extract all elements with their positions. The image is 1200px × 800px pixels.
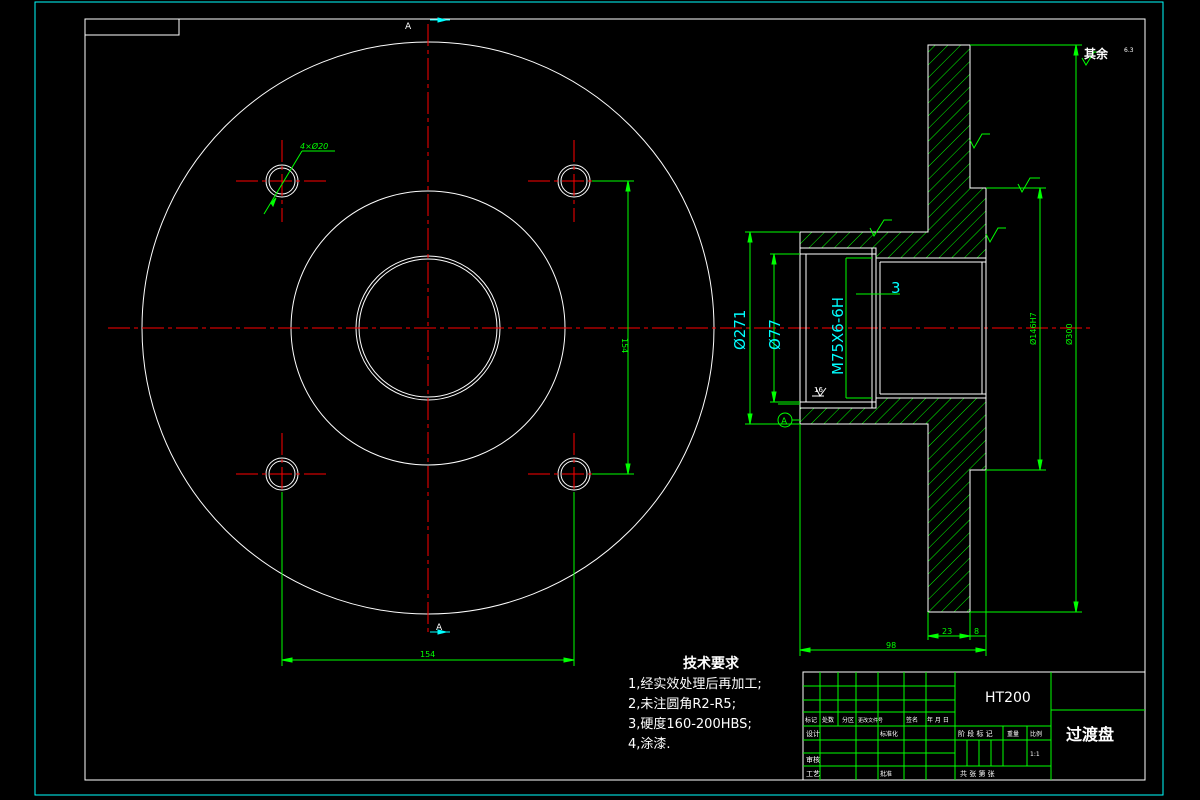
weight-label: 重量 <box>1007 730 1019 738</box>
stage-labels: 阶 段 标 记 <box>958 729 993 738</box>
tech-requirements: 技术要求 1,经实效处理后再加工; 2,未注圆角R2-R5; 3,硬度160-2… <box>628 655 762 752</box>
tech-item: 3,硬度160-200HBS; <box>628 716 752 732</box>
header-zone: 分区 <box>842 716 854 724</box>
title-block: HT200 过渡盘 标记 处数 分区 更改文件号 签名 年 月 日 设计 标准化… <box>802 671 1146 781</box>
header-sign: 签名 <box>906 716 918 724</box>
material-label: HT200 <box>985 690 1031 706</box>
outer-frame <box>34 1 1164 796</box>
section-view: Ø271 Ø77 M75X6-6H 3 Ø146H7 Ø300 98 23 8 … <box>731 44 1134 656</box>
groove-width-label: 3 <box>891 279 901 297</box>
corner-tag-box <box>84 18 180 36</box>
header-date: 年 月 日 <box>927 716 949 724</box>
tech-item: 4,涂漆. <box>628 736 671 752</box>
holes-callout: 4×Ø20 <box>300 141 328 151</box>
dia-146-label: Ø146H7 <box>1028 312 1038 345</box>
thread-label: M75X6-6H <box>829 297 847 375</box>
bolt-vertical-dim: 154 <box>620 338 629 353</box>
row-approve: 批准 <box>880 770 892 778</box>
scale-label: 比例 <box>1030 730 1042 738</box>
header-count: 处数 <box>822 716 834 724</box>
surface-note-value: 6.3 <box>1124 47 1134 54</box>
surface-note: 其余 <box>1084 46 1109 61</box>
tech-title: 技术要求 <box>683 655 740 672</box>
section-mark-top: A <box>405 22 412 32</box>
header-doc: 更改文件号 <box>858 717 883 724</box>
row-std: 标准化 <box>880 730 898 738</box>
length-8-label: 8 <box>974 627 979 636</box>
row-process: 工艺 <box>806 770 820 778</box>
dia-271-label: Ø271 <box>731 310 749 350</box>
row-review: 审核 <box>806 755 820 764</box>
sheets-label: 共 张 第 张 <box>960 769 995 778</box>
chamfer-label: 16 <box>814 386 823 394</box>
bolt-horizontal-dim: 154 <box>420 650 435 659</box>
cad-drawing: A A 4×Ø20 154 154 Ø271 Ø77 M75X6-6H 3 Ø1… <box>34 1 1164 796</box>
row-design: 设计 <box>806 729 820 738</box>
dia-77-label: Ø77 <box>766 319 784 350</box>
datum-label: A <box>781 417 788 427</box>
length-98-label: 98 <box>886 641 896 650</box>
tech-item: 2,未注圆角R2-R5; <box>628 697 736 712</box>
hatch-flange-upper <box>799 44 987 259</box>
dia-300-label: Ø300 <box>1064 323 1074 345</box>
header-mark: 标记 <box>805 716 817 724</box>
scale-value: 1:1 <box>1030 751 1040 758</box>
section-mark-bottom: A <box>436 623 443 633</box>
tech-item: 1,经实效处理后再加工; <box>628 677 762 692</box>
length-23-label: 23 <box>942 627 952 636</box>
part-name: 过渡盘 <box>1066 725 1114 744</box>
hatch-flange-lower <box>799 397 987 613</box>
